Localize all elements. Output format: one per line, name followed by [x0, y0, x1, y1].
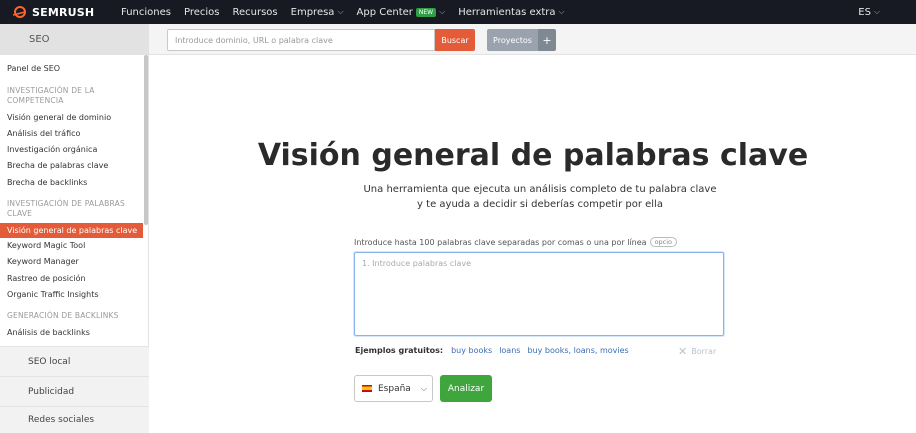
clear-button[interactable]: ✕ Borrar	[678, 345, 716, 358]
flame-logo-icon	[12, 6, 26, 18]
example-link[interactable]: buy books	[451, 346, 492, 355]
keywords-textarea[interactable]: 1. Introduce palabras clave	[354, 252, 724, 336]
analyze-button[interactable]: Analizar	[440, 375, 492, 402]
sidebar-item-domain-overview[interactable]: Visión general de dominio	[7, 113, 111, 122]
chevron-down-icon: ⌵	[439, 7, 446, 16]
nav-recursos[interactable]: Recursos	[233, 7, 278, 18]
spain-flag-icon	[362, 385, 372, 392]
sidebar-section-seo[interactable]: SEO	[0, 24, 149, 55]
chevron-down-icon: ⌵	[558, 7, 565, 16]
search-input[interactable]: Introduce dominio, URL o palabra clave	[167, 29, 435, 51]
chevron-down-icon: ⌵	[337, 7, 344, 16]
sidebar-item-organic-research[interactable]: Investigación orgánica	[7, 145, 97, 154]
country-select[interactable]: España ⌵	[354, 375, 433, 402]
chevron-down-icon: ⌵	[420, 383, 427, 393]
sidebar-section-heading: INVESTIGACIÓN DE PALABRAS CLAVE	[7, 199, 125, 218]
country-value: España	[378, 383, 411, 394]
sidebar-item-traffic-analysis[interactable]: Análisis del tráfico	[7, 129, 80, 138]
sidebar-item-advertising[interactable]: Publicidad	[0, 376, 149, 406]
page-title: Visión general de palabras clave	[257, 138, 809, 173]
nav-empresa[interactable]: Empresa ⌵	[291, 7, 344, 18]
example-link[interactable]: buy books, loans, movies	[527, 346, 628, 355]
sidebar-item-local-seo[interactable]: SEO local	[0, 346, 149, 376]
examples-label: Ejemplos gratuitos:	[355, 346, 444, 355]
nav-app-center[interactable]: App Center NEW ⌵	[357, 7, 446, 18]
sidebar-section-heading: GENERACIÓN DE BACKLINKS	[7, 311, 119, 320]
sidebar-item-backlink-gap[interactable]: Brecha de backlinks	[7, 178, 87, 187]
sidebar-item-social-media[interactable]: Redes sociales	[0, 406, 149, 433]
add-project-button[interactable]: +	[538, 29, 556, 51]
sidebar-item-position-tracking[interactable]: Rastreo de posición	[7, 274, 86, 283]
sidebar-item-keyword-gap[interactable]: Brecha de palabras clave	[7, 161, 108, 170]
close-icon: ✕	[678, 345, 688, 358]
keywords-input-label: Introduce hasta 100 palabras clave separ…	[354, 237, 678, 247]
sidebar-scrollbar[interactable]	[144, 55, 148, 225]
sidebar-item-keyword-manager[interactable]: Keyword Manager	[7, 257, 79, 266]
page-subtitle: Una herramienta que ejecuta un análisis …	[363, 184, 717, 210]
new-badge: NEW	[415, 7, 437, 17]
nav-funciones[interactable]: Funciones	[121, 7, 171, 18]
chevron-down-icon: ⌵	[873, 7, 880, 16]
sidebar-item-organic-traffic-insights[interactable]: Organic Traffic Insights	[7, 290, 99, 299]
sidebar-item-keyword-magic-tool[interactable]: Keyword Magic Tool	[7, 241, 85, 250]
projects-button[interactable]: Proyectos	[487, 29, 538, 51]
search-button[interactable]: Buscar	[435, 29, 475, 51]
semrush-logo[interactable]: SEMRUSH	[12, 6, 112, 19]
sidebar-item-panel-seo[interactable]: Panel de SEO	[7, 64, 60, 73]
nav-precios[interactable]: Precios	[184, 7, 220, 18]
brand-name: SEMRUSH	[32, 5, 95, 19]
sidebar-item-backlink-analytics[interactable]: Análisis de backlinks	[7, 328, 90, 337]
example-link[interactable]: loans	[499, 346, 520, 355]
sidebar-item-keyword-overview[interactable]: Visión general de palabras clave	[0, 223, 143, 238]
optional-tag: opcio	[649, 237, 678, 247]
language-selector[interactable]: ES ⌵	[858, 0, 880, 24]
free-examples: Ejemplos gratuitos: buy books loans buy …	[355, 346, 636, 355]
sidebar-section-heading: INVESTIGACIÓN DE LA COMPETENCIA	[7, 86, 95, 105]
nav-herramientas-extra[interactable]: Herramientas extra ⌵	[458, 7, 564, 18]
top-nav: SEMRUSH Funciones Precios Recursos Empre…	[0, 0, 916, 24]
